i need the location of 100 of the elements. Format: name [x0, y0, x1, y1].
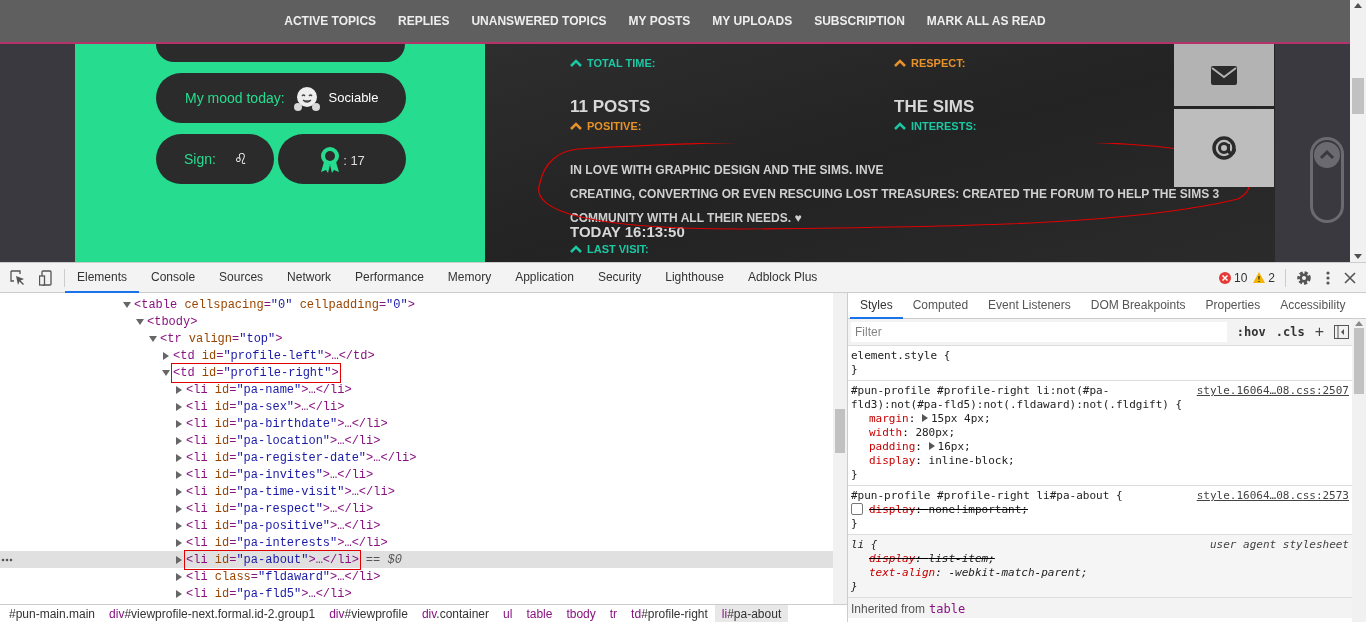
expand-triangle-icon[interactable]: [175, 402, 183, 411]
expand-triangle-icon[interactable]: [175, 487, 183, 496]
styles-scrollbar[interactable]: [1352, 319, 1366, 622]
chevron-up-icon: [1314, 142, 1340, 168]
email-button[interactable]: [1174, 109, 1274, 187]
filter-field[interactable]: Filter: [851, 322, 1227, 342]
expand-triangle-icon[interactable]: [136, 317, 144, 326]
breadcrumb[interactable]: tr: [602, 605, 625, 622]
expand-triangle-icon[interactable]: [175, 538, 183, 547]
nav-link[interactable]: SUBSCRIPTION: [814, 12, 905, 30]
inherited-element-link[interactable]: table: [929, 600, 966, 618]
nav-link[interactable]: REPLIES: [398, 12, 450, 30]
page-scrollbar[interactable]: [1350, 0, 1366, 262]
css-declaration[interactable]: display: list-item;: [869, 552, 995, 566]
expand-triangle-icon[interactable]: [175, 589, 183, 598]
breadcrumb[interactable]: li#pa-about: [714, 605, 789, 622]
tree-scrollbar[interactable]: [833, 293, 847, 604]
element-node[interactable]: <li id="pa-fld5">…</li>: [185, 584, 353, 603]
element-node[interactable]: <li id="pa-birthdate">…</li>: [185, 414, 389, 433]
element-node[interactable]: <li id="pa-location">…</li>: [185, 431, 382, 450]
css-selector[interactable]: #pun-profile #profile-right li#pa-about {: [851, 489, 1191, 503]
stylesheet-link[interactable]: style.16064…08.css:2507: [1196, 384, 1349, 412]
element-node[interactable]: <table cellspacing="0" cellpadding="0">: [133, 295, 416, 314]
breadcrumb[interactable]: div#viewprofile: [322, 605, 415, 622]
devtools-tab[interactable]: Elements: [65, 262, 140, 293]
nav-link[interactable]: UNANSWERED TOPICS: [471, 12, 607, 30]
css-declaration[interactable]: text-align: -webkit-match-parent;: [869, 566, 1088, 580]
element-node[interactable]: <tr valign="top">: [159, 329, 284, 348]
scrollbar-thumb[interactable]: [1354, 328, 1364, 394]
element-node[interactable]: <li class="fldaward">…</li>: [185, 567, 382, 586]
award-count: : 17: [343, 152, 365, 171]
expand-triangle-icon[interactable]: [149, 334, 157, 343]
css-declaration[interactable]: width: 280px;: [869, 426, 956, 440]
element-node[interactable]: <td id="profile-left">…</td>: [172, 346, 376, 365]
expand-triangle-icon[interactable]: [175, 555, 183, 564]
devtools-tab[interactable]: Lighthouse: [653, 262, 736, 293]
css-declaration[interactable]: display: none!important;: [869, 503, 1028, 517]
expand-triangle-icon[interactable]: [175, 504, 183, 513]
element-node[interactable]: <li id="pa-respect">…</li>: [185, 499, 375, 518]
breadcrumb[interactable]: ul: [496, 605, 520, 622]
nav-link[interactable]: MY POSTS: [628, 12, 691, 30]
nav-link[interactable]: ACTIVE TOPICS: [284, 12, 377, 30]
styles-tab[interactable]: Properties: [1195, 292, 1271, 319]
devtools-tab[interactable]: Network: [275, 262, 344, 293]
breadcrumb[interactable]: table: [519, 605, 560, 622]
breadcrumb[interactable]: div.container: [414, 605, 497, 622]
css-declaration[interactable]: padding: 16px;: [869, 440, 971, 454]
scrollbar-thumb[interactable]: [1352, 78, 1364, 114]
devtools-tab[interactable]: Application: [503, 262, 586, 293]
closing-brace: }: [851, 468, 858, 482]
hover-state-toggle[interactable]: :hov: [1236, 323, 1266, 341]
devtools-tab[interactable]: Performance: [343, 262, 436, 293]
element-node[interactable]: <li id="pa-about">…</li>: [185, 550, 360, 569]
expand-triangle-icon[interactable]: [175, 521, 183, 530]
devtools-tab[interactable]: Console: [139, 262, 208, 293]
element-node[interactable]: <li id="pa-sex">…</li>: [185, 397, 346, 416]
devtools-tab[interactable]: Memory: [435, 262, 504, 293]
element-node[interactable]: <li id="pa-name">…</li>: [185, 380, 353, 399]
styles-tab[interactable]: Event Listeners: [978, 292, 1081, 319]
element-node[interactable]: <tbody>: [146, 312, 199, 331]
property-checkbox[interactable]: [851, 503, 863, 515]
expand-triangle-icon[interactable]: [123, 300, 131, 309]
scrollbar-thumb[interactable]: [835, 409, 845, 453]
breadcrumb[interactable]: tbody: [559, 605, 603, 622]
element-node[interactable]: <li id="pa-invites">…</li>: [185, 465, 375, 484]
envelope-icon: [1211, 65, 1237, 85]
expand-triangle-icon[interactable]: [162, 368, 170, 377]
nav-link[interactable]: MY UPLOADS: [712, 12, 793, 30]
breadcrumb[interactable]: td#profile-right: [624, 605, 715, 622]
expand-triangle-icon[interactable]: [162, 351, 170, 360]
element-node[interactable]: <li id="pa-interests">…</li>: [185, 533, 389, 552]
styles-tab[interactable]: Accessibility: [1270, 292, 1356, 319]
expand-triangle-icon[interactable]: [175, 436, 183, 445]
nav-link[interactable]: MARK ALL AS READ: [926, 12, 1046, 30]
stylesheet-link[interactable]: style.16064…08.css:2573: [1196, 489, 1349, 503]
breadcrumb[interactable]: div#viewprofile-next.formal.id-2.group1: [102, 605, 323, 622]
breadcrumb[interactable]: #pun-main.main: [2, 605, 103, 622]
css-selector[interactable]: #pun-profile #profile-right li:not(#pa-fld3):not(#pa-fld5):not(.fldaward):not(.fldgift) {: [851, 384, 1191, 412]
message-button[interactable]: [1174, 44, 1274, 106]
styles-tab[interactable]: DOM Breakpoints: [1080, 292, 1196, 319]
expand-triangle-icon[interactable]: [175, 572, 183, 581]
devtools-tab[interactable]: Adblock Plus: [735, 262, 830, 293]
css-declaration[interactable]: display: inline-block;: [869, 454, 1015, 468]
expand-triangle-icon[interactable]: [175, 453, 183, 462]
new-rule-button[interactable]: +: [1314, 324, 1324, 340]
element-node[interactable]: <td id="profile-right">: [172, 363, 340, 382]
css-declaration[interactable]: margin: 15px 4px;: [869, 412, 991, 426]
element-node[interactable]: <li id="pa-time-visit">…</li>: [185, 482, 396, 501]
element-node[interactable]: <li id="pa-register-date">…</li>: [185, 448, 418, 467]
devtools-tab[interactable]: Security: [585, 262, 654, 293]
element-node[interactable]: <li id="pa-positive">…</li>: [185, 516, 382, 535]
styles-tab[interactable]: Computed: [902, 292, 979, 319]
css-selector[interactable]: element.style {: [851, 349, 1349, 363]
expand-triangle-icon[interactable]: [175, 419, 183, 428]
devtools-tab[interactable]: Sources: [207, 262, 276, 293]
class-toggle[interactable]: .cls: [1275, 323, 1305, 341]
expand-triangle-icon[interactable]: [175, 385, 183, 394]
closing-brace: }: [851, 363, 858, 377]
css-selector[interactable]: li {: [851, 538, 1204, 552]
expand-triangle-icon[interactable]: [175, 470, 183, 479]
